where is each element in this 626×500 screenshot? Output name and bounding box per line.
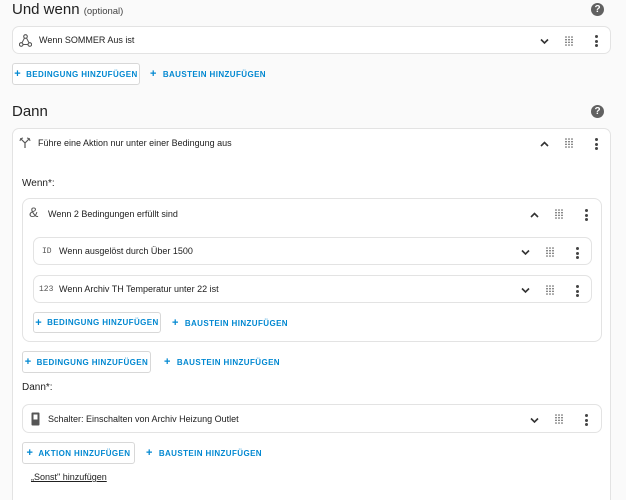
plus-icon: +: [164, 356, 171, 368]
plus-icon: +: [35, 316, 43, 329]
then-label: Dann*:: [22, 382, 53, 393]
section-title-text: Und wenn: [12, 1, 80, 18]
add-condition-label: BEDINGUNG HINZUFÜGEN: [26, 69, 138, 79]
drag-handle-icon[interactable]: [555, 414, 563, 424]
graph-nodes-icon: [19, 34, 32, 47]
condition-row-temperature[interactable]: 123 Wenn Archiv TH Temperatur unter 22 i…: [33, 275, 592, 303]
chevron-down-icon[interactable]: [529, 415, 540, 426]
action-card-title: Führe eine Aktion nur unter einer Beding…: [38, 138, 232, 148]
conditional-action-card: Führe eine Aktion nur unter einer Beding…: [12, 128, 611, 500]
add-condition-button[interactable]: + BEDINGUNG HINZUFÜGEN: [33, 312, 161, 333]
chevron-up-icon[interactable]: [539, 139, 550, 150]
chevron-down-icon[interactable]: [539, 36, 550, 47]
plus-icon: +: [146, 447, 153, 459]
condition-row-trigger[interactable]: ID Wenn ausgelöst durch Über 1500: [33, 237, 592, 265]
and-condition-card: & Wenn 2 Bedingungen erfüllt sind ID Wen…: [22, 198, 602, 342]
action-row-switch[interactable]: Schalter: Einschalten von Archiv Heizung…: [22, 404, 602, 433]
help-icon[interactable]: ?: [591, 105, 604, 118]
drag-handle-icon[interactable]: [555, 209, 563, 219]
add-action-button[interactable]: + AKTION HINZUFÜGEN: [22, 442, 135, 464]
chevron-down-icon[interactable]: [520, 285, 531, 296]
add-block-label: BAUSTEIN HINZUFÜGEN: [158, 448, 262, 458]
more-menu-icon[interactable]: [576, 285, 579, 299]
add-block-label: BAUSTEIN HINZUFÜGEN: [176, 357, 280, 367]
drag-handle-icon[interactable]: [546, 285, 554, 295]
switch-icon: [31, 412, 40, 426]
more-menu-icon[interactable]: [585, 209, 588, 223]
add-condition-label: BEDINGUNG HINZUFÜGEN: [36, 357, 149, 367]
section-title-dann: Dann: [12, 103, 48, 120]
condition-row-label: Wenn Archiv TH Temperatur unter 22 ist: [59, 284, 219, 294]
plus-icon: +: [150, 68, 157, 80]
add-block-button[interactable]: + BAUSTEIN HINZUFÜGEN: [172, 317, 288, 329]
help-icon[interactable]: ?: [591, 3, 604, 16]
more-menu-icon[interactable]: [595, 35, 598, 49]
add-block-button[interactable]: + BAUSTEIN HINZUFÜGEN: [164, 356, 280, 368]
plus-icon: +: [14, 68, 22, 80]
id-icon: ID: [42, 247, 52, 256]
add-else-link[interactable]: „Sonst" hinzufügen: [31, 472, 107, 482]
section-subtitle: (optional): [83, 6, 124, 17]
add-block-button[interactable]: + BAUSTEIN HINZUFÜGEN: [146, 447, 262, 459]
add-block-label: BAUSTEIN HINZUFÜGEN: [184, 318, 288, 328]
add-condition-label: BEDINGUNG HINZUFÜGEN: [47, 318, 159, 327]
numeric-icon: 123: [39, 285, 54, 294]
condition-row-label: Wenn SOMMER Aus ist: [39, 35, 135, 45]
add-block-label: BAUSTEIN HINZUFÜGEN: [162, 69, 266, 79]
condition-row-sommer[interactable]: Wenn SOMMER Aus ist: [12, 26, 611, 54]
branch-icon: [19, 137, 31, 148]
condition-row-label: Wenn ausgelöst durch Über 1500: [59, 246, 193, 256]
chevron-down-icon[interactable]: [520, 247, 531, 258]
plus-icon: +: [26, 447, 34, 459]
more-menu-icon[interactable]: [576, 247, 579, 261]
action-row-label: Schalter: Einschalten von Archiv Heizung…: [48, 414, 239, 424]
if-label: Wenn*:: [22, 178, 55, 189]
more-menu-icon[interactable]: [585, 414, 588, 428]
more-menu-icon[interactable]: [595, 138, 598, 152]
drag-handle-icon[interactable]: [546, 247, 554, 257]
drag-handle-icon[interactable]: [565, 36, 573, 46]
drag-handle-icon[interactable]: [565, 138, 573, 148]
and-card-title: Wenn 2 Bedingungen erfüllt sind: [48, 209, 178, 219]
section-title-und-wenn: Und wenn (optional): [12, 1, 123, 18]
add-block-button[interactable]: + BAUSTEIN HINZUFÜGEN: [150, 68, 266, 80]
plus-icon: +: [24, 356, 32, 368]
add-action-label: AKTION HINZUFÜGEN: [38, 448, 131, 458]
add-condition-button[interactable]: + BEDINGUNG HINZUFÜGEN: [22, 351, 151, 373]
chevron-up-icon[interactable]: [529, 210, 540, 221]
add-condition-button[interactable]: + BEDINGUNG HINZUFÜGEN: [12, 63, 140, 85]
plus-icon: +: [172, 317, 179, 329]
ampersand-icon: &: [29, 204, 39, 220]
